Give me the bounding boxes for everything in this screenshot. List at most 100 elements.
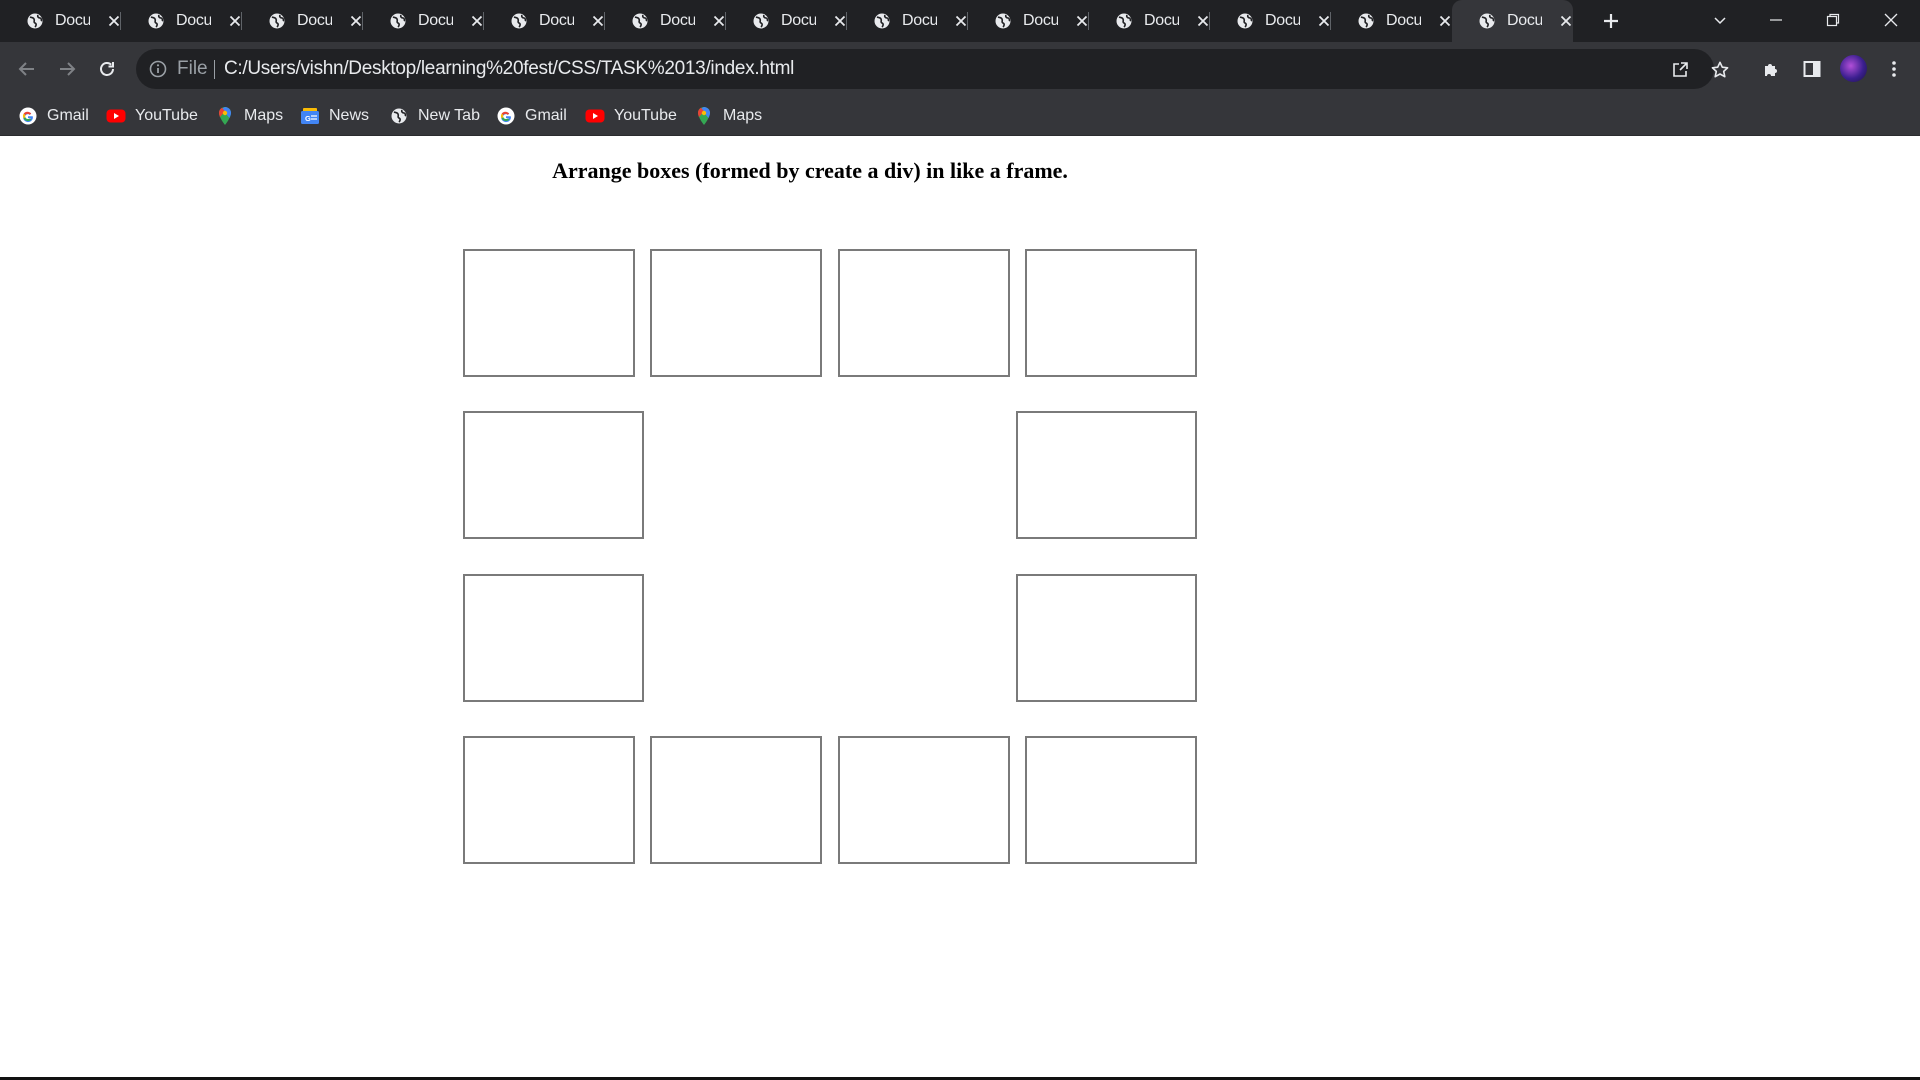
info-icon[interactable]: [148, 59, 168, 79]
close-window-button[interactable]: [1876, 5, 1906, 35]
reload-icon: [100, 62, 114, 76]
bookmark-item[interactable]: YouTube: [106, 95, 198, 136]
arrow-right-icon: [60, 62, 76, 76]
browser-tab[interactable]: Document: [968, 0, 1089, 42]
browser-tab[interactable]: Document: [726, 0, 847, 42]
browser-tab[interactable]: Document: [605, 0, 726, 42]
maps-icon: [215, 106, 235, 126]
frame-box: [463, 249, 635, 377]
globe-icon: [510, 12, 528, 31]
youtube-icon: [585, 106, 605, 126]
kebab-menu-icon[interactable]: [1880, 55, 1908, 83]
globe-icon: [1236, 12, 1254, 31]
share-icon[interactable]: [1669, 59, 1691, 81]
reload-button[interactable]: [92, 54, 122, 84]
close-icon[interactable]: [832, 13, 847, 29]
frame-box: [463, 574, 644, 702]
globe-icon: [268, 12, 286, 31]
maps-icon: [694, 106, 714, 126]
tab-title: Document: [1144, 12, 1180, 29]
browser-tab[interactable]: Document: [847, 0, 968, 42]
browser-tab[interactable]: Document: [363, 0, 484, 42]
frame-box: [650, 249, 822, 377]
tab-title: Document: [902, 12, 938, 29]
bookmark-item[interactable]: Maps: [694, 95, 762, 136]
globe-icon: [631, 12, 649, 31]
url-text[interactable]: C:/Users/vishn/Desktop/learning%20fest/C…: [224, 58, 794, 80]
bookmark-label: News: [329, 106, 370, 124]
tab-title: Document: [1265, 12, 1301, 29]
browser-tab[interactable]: Document: [242, 0, 363, 42]
frame-box: [838, 249, 1010, 377]
frame-box: [463, 736, 635, 864]
globe-icon: [994, 12, 1012, 31]
close-icon[interactable]: [1074, 13, 1089, 29]
forward-button[interactable]: [52, 54, 82, 84]
browser-tab[interactable]: Document: [0, 0, 121, 42]
browser-tab[interactable]: Document: [1210, 0, 1331, 42]
star-icon[interactable]: [1709, 59, 1731, 81]
bookmark-item[interactable]: Gmail: [18, 95, 89, 136]
scheme-label: File: [177, 58, 208, 79]
close-icon[interactable]: [348, 13, 363, 29]
google-icon: [18, 106, 38, 126]
close-icon[interactable]: [1437, 13, 1452, 29]
close-icon[interactable]: [590, 13, 605, 29]
plus-icon: [1604, 14, 1618, 28]
side-panel-icon[interactable]: [1798, 55, 1826, 83]
tab-title: Document: [297, 12, 333, 29]
bookmark-item[interactable]: Maps: [215, 95, 283, 136]
browser-tab[interactable]: Document: [1452, 0, 1573, 42]
tab-search-button[interactable]: [1705, 5, 1735, 35]
bookmark-item[interactable]: New Tab: [389, 95, 480, 136]
bookmark-label: Gmail: [47, 106, 89, 124]
bookmark-label: New Tab: [418, 106, 480, 124]
globe-icon: [26, 12, 44, 31]
chevron-down-icon: [1714, 17, 1726, 25]
page-content: Arrange boxes (formed by create a div) i…: [0, 136, 1920, 1078]
svg-text:G: G: [305, 114, 311, 123]
tab-strip: Document Document Document Document Document…: [0, 0, 1920, 42]
frame-box: [650, 736, 822, 864]
browser-tab[interactable]: Document: [484, 0, 605, 42]
close-icon[interactable]: [227, 13, 242, 29]
tab-title: Document: [176, 12, 212, 29]
browser-tab[interactable]: Document: [121, 0, 242, 42]
bookmark-label: YouTube: [135, 106, 198, 124]
close-icon[interactable]: [711, 13, 726, 29]
bookmark-label: Maps: [723, 106, 763, 124]
tab-title: Document: [1386, 12, 1422, 29]
globe-icon: [389, 106, 409, 126]
tab-title: Document: [1507, 12, 1543, 29]
tab-title: Document: [660, 12, 696, 29]
bookmark-item[interactable]: G News: [300, 95, 369, 136]
bookmark-item[interactable]: YouTube: [585, 95, 677, 136]
google-icon: [496, 106, 516, 126]
bookmark-label: Gmail: [525, 106, 567, 124]
restore-button[interactable]: [1818, 5, 1848, 35]
browser-tab[interactable]: Document: [1331, 0, 1452, 42]
close-icon[interactable]: [1195, 13, 1210, 29]
close-icon[interactable]: [1316, 13, 1331, 29]
profile-avatar[interactable]: [1840, 55, 1867, 82]
tab-title: Document: [781, 12, 817, 29]
extensions-icon[interactable]: [1758, 55, 1786, 83]
tab-title: Document: [418, 12, 454, 29]
browser-tab[interactable]: Document: [1089, 0, 1210, 42]
globe-icon: [1478, 12, 1496, 31]
address-bar[interactable]: File C:/Users/vishn/Desktop/learning%20f…: [136, 49, 1729, 89]
globe-icon: [389, 12, 407, 31]
close-icon[interactable]: [1558, 13, 1573, 29]
tab-title: Document: [539, 12, 575, 29]
tab-title: Document: [1023, 12, 1059, 29]
new-tab-button[interactable]: [1598, 8, 1624, 34]
minimize-button[interactable]: [1761, 5, 1791, 35]
tab-title: Document: [55, 12, 91, 29]
close-icon[interactable]: [469, 13, 484, 29]
close-icon[interactable]: [953, 13, 968, 29]
frame-box: [1025, 249, 1197, 377]
close-icon[interactable]: [106, 13, 121, 29]
bookmark-item[interactable]: Gmail: [496, 95, 567, 136]
frame-box: [1025, 736, 1197, 864]
back-button[interactable]: [12, 54, 42, 84]
